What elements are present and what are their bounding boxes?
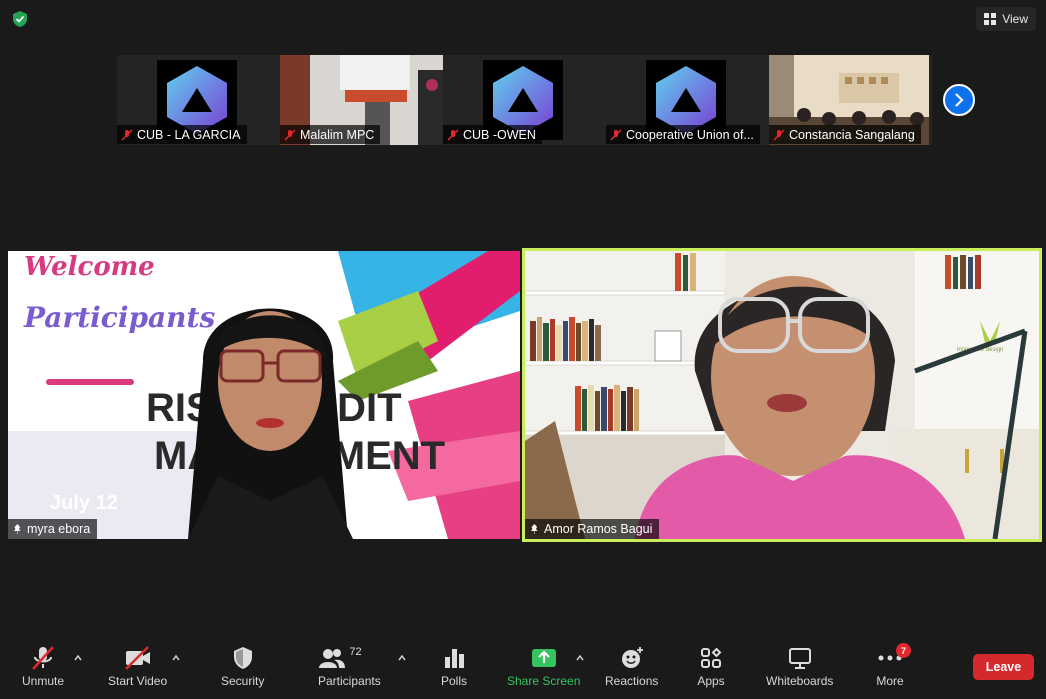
video-tile-amor-ramos-bagui[interactable]: innovative design Amor Ramos Bagui — [522, 248, 1042, 542]
thumbnail-name-tag: Cooperative Union of... — [606, 125, 760, 144]
thumbnail-name-tag: CUB -OWEN — [443, 125, 542, 144]
video-off-icon — [124, 646, 150, 670]
share-options-caret-icon[interactable] — [575, 653, 585, 663]
participant-thumbnail[interactable]: CUB -OWEN — [443, 55, 606, 145]
tile-name-tag: Amor Ramos Bagui — [525, 519, 660, 539]
slide-welcome-text: Welcome — [24, 252, 155, 282]
muted-mic-icon — [121, 128, 133, 141]
view-label: View — [1002, 12, 1028, 26]
thumbnail-name-tag: Malalim MPC — [280, 125, 381, 144]
share-screen-icon — [531, 649, 556, 667]
polls-button[interactable]: Polls — [440, 645, 468, 693]
muted-mic-icon — [447, 128, 459, 141]
slide-date-text: July 12 — [50, 492, 118, 514]
participants-count: 72 — [349, 646, 362, 658]
grid-icon — [984, 13, 997, 25]
share-screen-button[interactable]: Share Screen — [507, 645, 580, 693]
muted-mic-icon — [610, 128, 622, 141]
reactions-button[interactable]: Reactions — [605, 645, 658, 693]
muted-mic-icon — [773, 128, 785, 141]
start-video-button[interactable]: Start Video — [108, 645, 167, 693]
leave-button[interactable]: Leave — [973, 654, 1034, 680]
muted-mic-icon — [284, 128, 296, 141]
participants-button[interactable]: 72 Participants — [318, 645, 381, 693]
thumbnail-name-tag: Constancia Sangalang — [769, 125, 921, 144]
encryption-shield-icon[interactable] — [10, 9, 30, 29]
video-tile-myra-ebora[interactable]: Welcome Participants RISK CREDIT MANAGEM… — [8, 251, 520, 539]
participant-thumbnail[interactable]: CUB - LA GARCIA — [117, 55, 280, 145]
chevron-right-icon — [955, 93, 964, 107]
welcome-slide-video: Welcome Participants RISK CREDIT MANAGEM… — [8, 251, 520, 539]
speaker-video-feed: innovative design — [525, 251, 1039, 539]
slide-participants-text: Participants — [23, 301, 215, 334]
whiteboards-button[interactable]: Whiteboards — [766, 645, 833, 693]
unmute-button[interactable]: Unmute — [22, 645, 64, 693]
pin-icon — [531, 524, 538, 534]
view-button[interactable]: View — [976, 7, 1036, 31]
meeting-toolbar: Unmute Start Video Security 72 Participa… — [0, 639, 1046, 699]
participants-options-caret-icon[interactable] — [397, 653, 407, 663]
participant-thumbnail[interactable]: Constancia Sangalang — [769, 55, 932, 145]
apps-icon — [701, 647, 722, 668]
whiteboard-icon — [788, 648, 811, 669]
participant-thumbnail[interactable]: Cooperative Union of... — [606, 55, 769, 145]
notification-badge: 7 — [896, 643, 911, 658]
participants-icon — [319, 649, 346, 668]
more-button[interactable]: 7 More — [876, 643, 911, 693]
audio-options-caret-icon[interactable] — [73, 653, 83, 663]
muted-mic-icon — [32, 646, 54, 670]
thumbnail-strip: CUB - LA GARCIA Malalim MPC CUB -OWEN Co… — [117, 55, 932, 145]
video-options-caret-icon[interactable] — [171, 653, 181, 663]
thumbnail-name-tag: CUB - LA GARCIA — [117, 125, 247, 144]
reactions-icon — [621, 647, 643, 668]
tile-name-tag: myra ebora — [8, 519, 98, 539]
shield-icon — [233, 647, 252, 669]
pin-icon — [14, 524, 21, 534]
polls-icon — [445, 649, 464, 668]
apps-button[interactable]: Apps — [697, 645, 725, 693]
participant-thumbnail[interactable]: Malalim MPC — [280, 55, 443, 145]
security-button[interactable]: Security — [221, 645, 264, 693]
next-page-button[interactable] — [943, 84, 975, 116]
